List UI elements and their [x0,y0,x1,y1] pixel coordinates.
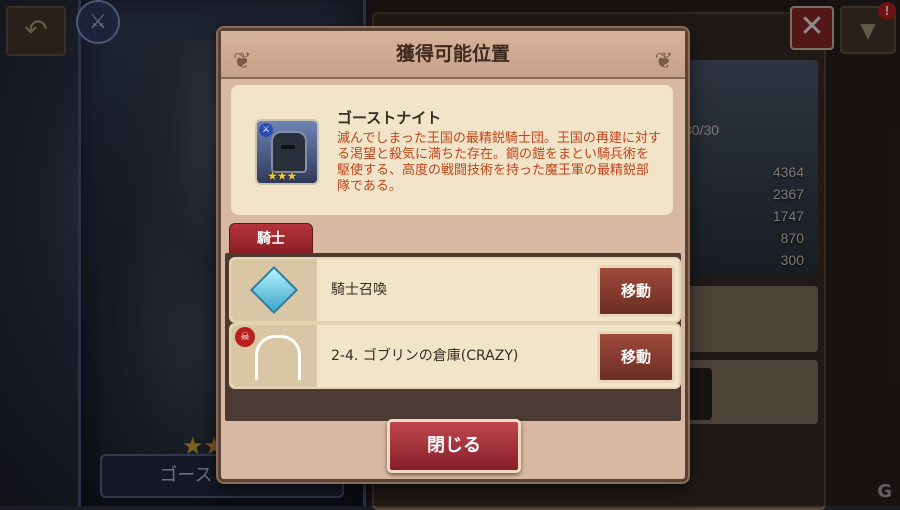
list-item: 騎士召喚 移動 [229,257,681,323]
character-name: ゴーストナイト [337,109,442,127]
source-label: 騎士召喚 [331,282,387,298]
knight-helmet-icon [271,131,307,173]
move-button[interactable]: 移動 [597,265,675,317]
character-info-box: ⚔ ★★★ ゴーストナイト 滅んでしまった王国の最精鋭騎士団。王国の再建に対する… [231,85,673,215]
source-icon-cell: ☠ [231,325,317,387]
sword-icon: ⚔ [259,123,273,137]
ornament-icon: ❦ [654,49,673,74]
move-button[interactable]: 移動 [597,331,675,383]
source-list: 騎士召喚 移動 ☠ 2-4. ゴブリンの倉庫(CRAZY) 移動 [225,253,681,421]
diamond-gem-icon [249,265,299,315]
character-portrait[interactable]: ⚔ ★★★ [255,119,319,185]
close-button[interactable]: 閉じる [387,419,521,473]
source-label: 2-4. ゴブリンの倉庫(CRAZY) [331,348,519,364]
source-icon-cell [231,259,317,321]
dialog-title: 獲得可能位置 [395,43,510,65]
devil-icon: ☠ [235,327,255,347]
rarity-stars: ★★★ [267,169,297,183]
tab-knight[interactable]: 騎士 [229,223,313,255]
acquisition-dialog: ❦ 獲得可能位置 ❦ ⚔ ★★★ ゴーストナイト 滅んでしまった王国の最精鋭騎士… [218,28,688,482]
dialog-header: ❦ 獲得可能位置 ❦ [221,31,685,79]
list-item: ☠ 2-4. ゴブリンの倉庫(CRAZY) 移動 [229,323,681,389]
character-description: 滅んでしまった王国の最精鋭騎士団。王国の再建に対する渇望と殺気に満ちた存在。鋼の… [337,131,661,194]
gate-laurel-icon [255,335,301,380]
ornament-icon: ❦ [233,49,252,74]
